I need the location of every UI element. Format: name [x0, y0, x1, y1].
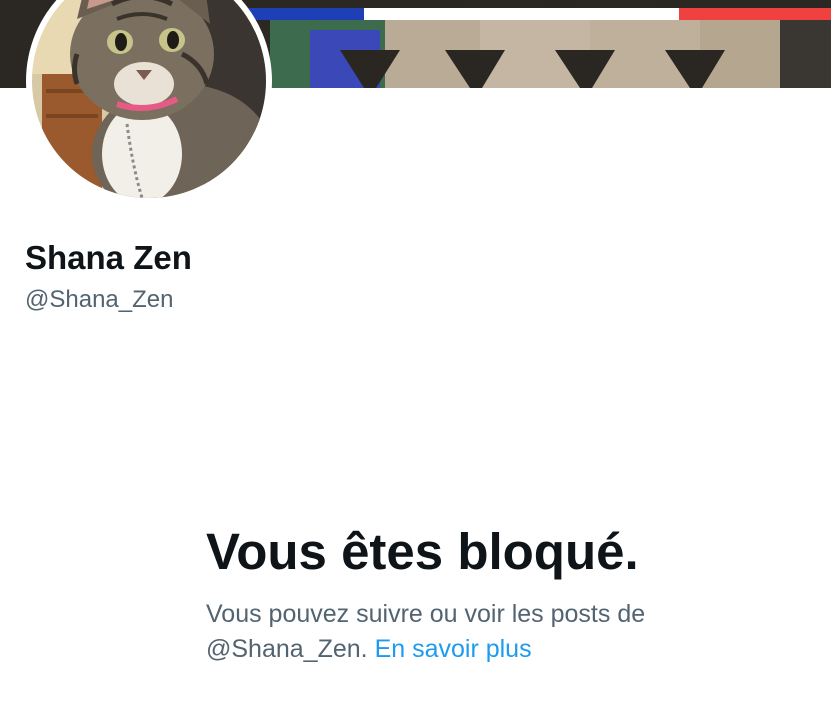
profile-handle: @Shana_Zen	[25, 286, 174, 313]
cat-avatar-icon	[32, 0, 266, 198]
learn-more-link[interactable]: En savoir plus	[375, 635, 532, 663]
blocked-message-handle: @Shana_Zen.	[206, 635, 368, 663]
avatar-frame	[26, 0, 272, 204]
avatar[interactable]	[32, 0, 266, 198]
profile-display-name: Shana Zen	[25, 239, 192, 276]
blocked-message: Vous pouvez suivre ou voir les posts de @…	[206, 597, 806, 667]
blocked-title: Vous êtes bloqué.	[206, 523, 639, 580]
blocked-message-text: Vous pouvez suivre ou voir les posts de	[206, 600, 646, 628]
